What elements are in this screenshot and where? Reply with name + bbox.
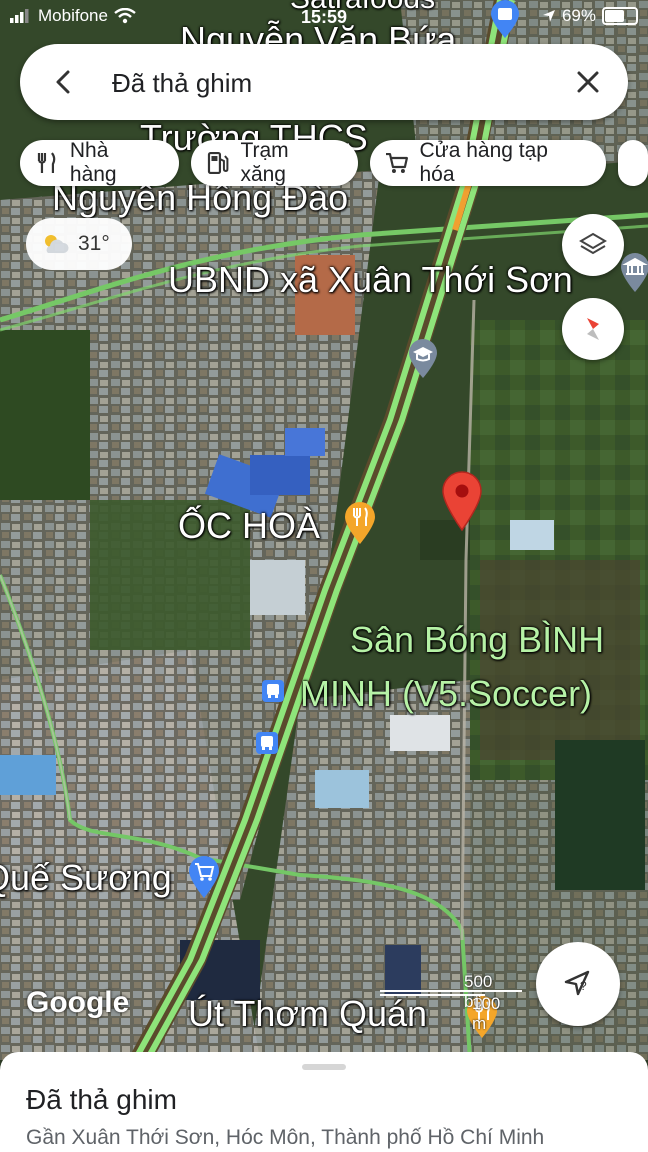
scale-metric: 100 m	[472, 994, 501, 1033]
layers-button[interactable]	[562, 214, 624, 276]
location-arrow-icon	[542, 10, 555, 22]
back-arrow-icon[interactable]	[46, 64, 82, 100]
dropped-pin-icon[interactable]	[440, 470, 484, 532]
map-label-restaurant[interactable]: ỐC HOÀ	[178, 508, 320, 544]
chip-gas-stations[interactable]: Trạm xăng	[190, 139, 358, 186]
map-label-ubnd[interactable]: UBND xã Xuân Thới Sơn	[168, 262, 573, 298]
chip-label: Cửa hàng tạp hóa	[419, 139, 548, 186]
layers-icon	[579, 232, 607, 255]
bus-stop-icon-2[interactable]	[256, 732, 278, 754]
category-chips: Nhà hàng Trạm xăng Cửa hàng tạp hóa	[20, 139, 648, 186]
sheet-drag-handle[interactable]	[302, 1064, 346, 1070]
cart-icon	[385, 152, 408, 173]
battery-icon	[602, 7, 638, 25]
restaurant-poi-icon[interactable]	[342, 500, 378, 546]
weather-widget[interactable]: 31°	[26, 218, 132, 270]
search-query[interactable]: Đã thả ghim	[112, 68, 252, 99]
directions-button[interactable]: ?	[536, 942, 620, 1026]
shopping-poi-icon[interactable]	[186, 854, 222, 900]
chip-grocery[interactable]: Cửa hàng tạp hóa	[369, 139, 607, 186]
place-title: Đã thả ghim	[26, 1084, 177, 1115]
government-poi-icon[interactable]	[618, 252, 648, 294]
svg-text:?: ?	[580, 979, 587, 993]
fork-knife-icon	[37, 152, 56, 173]
status-bar: Mobifone 15:59 69%	[0, 0, 648, 36]
map-label-stadium-line1[interactable]: Sân Bóng BÌNH	[350, 622, 604, 658]
place-address: Gần Xuân Thới Sơn, Hóc Môn, Thành phố Hồ…	[26, 1126, 545, 1149]
map-label-market[interactable]: Quế Sương	[0, 860, 172, 896]
map-label-cafe[interactable]: Út Thơm Quán	[188, 996, 427, 1032]
compass-icon	[587, 318, 599, 340]
bus-stop-icon[interactable]	[262, 680, 284, 702]
place-bottom-sheet[interactable]: Đã thả ghim Gần Xuân Thới Sơn, Hóc Môn, …	[0, 1052, 648, 1152]
chip-more[interactable]	[618, 140, 648, 186]
chip-label: Trạm xăng	[240, 139, 289, 186]
school-poi-icon[interactable]	[406, 338, 440, 380]
map-label-stadium-line2[interactable]: MINH (V5.Soccer)	[300, 676, 592, 712]
gas-pump-icon	[207, 151, 228, 175]
battery-percentage: 69%	[561, 6, 596, 25]
compass-button[interactable]	[562, 298, 624, 360]
temperature: 31°	[78, 232, 110, 255]
directions-icon: ?	[564, 970, 590, 996]
google-attribution: Google	[26, 986, 130, 1019]
search-bar[interactable]: Đã thả ghim	[20, 44, 628, 120]
close-icon[interactable]	[570, 64, 606, 100]
chip-label: Nhà hàng	[69, 139, 117, 186]
partly-cloudy-icon	[45, 235, 69, 253]
chip-restaurants[interactable]: Nhà hàng	[20, 139, 179, 186]
